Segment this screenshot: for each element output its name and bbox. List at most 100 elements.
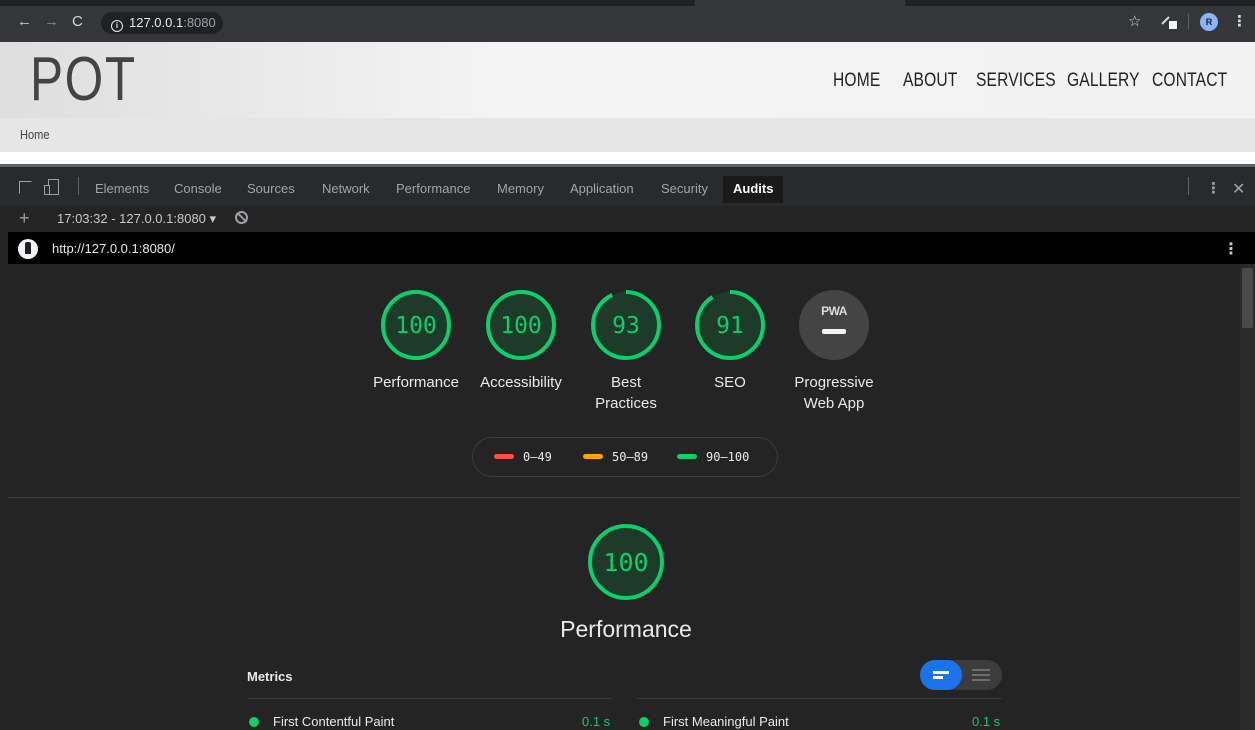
gauge-label-line: SEO (714, 374, 746, 391)
browser-tab[interactable] (695, 0, 905, 6)
breadcrumb: Home (0, 118, 1255, 152)
performance-main-gauge[interactable]: 100 (581, 522, 671, 602)
metric-pass-dot (639, 717, 649, 727)
tab-sources[interactable]: Sources (247, 181, 295, 196)
metric-name: First Meaningful Paint (663, 714, 789, 729)
devtools-tabbar: Elements Console Sources Network Perform… (0, 164, 1255, 206)
metrics-heading: Metrics (247, 669, 293, 684)
gauge-label-line: Performance (373, 374, 459, 391)
nav-about[interactable]: ABOUT (903, 70, 957, 92)
gauge-score: 100 (395, 313, 437, 339)
lighthouse-report: 100 Performance 100 Accessibility 93 Bes… (8, 264, 1240, 730)
metric-value: 0.1 s (972, 714, 1001, 729)
gauge-performance[interactable]: 100 Performance (371, 288, 461, 393)
forward-arrow-icon[interactable]: → (44, 14, 59, 30)
extension-icon[interactable] (1160, 12, 1180, 34)
gauge-best-practices[interactable]: 93 Best Practices (581, 288, 671, 414)
scrollbar-thumb[interactable] (1242, 268, 1253, 328)
tab-strip (0, 0, 1255, 6)
tab-audits[interactable]: Audits (723, 176, 784, 203)
device-toolbar-icon[interactable] (44, 179, 60, 195)
legend-item-average: 50–89 (583, 450, 648, 464)
reload-icon[interactable]: C (72, 14, 83, 30)
tab-memory[interactable]: Memory (497, 181, 544, 196)
compact-view-icon[interactable] (920, 660, 962, 690)
nav-home[interactable]: HOME (833, 70, 880, 92)
legend-range: 90–100 (706, 450, 750, 464)
nav-gallery[interactable]: GALLERY (1067, 70, 1140, 92)
gauge-label-line: Best (610, 374, 641, 391)
gauge-ring: 100 (588, 524, 664, 600)
metric-row: First Contentful Paint (249, 714, 394, 729)
report-scrollbar[interactable] (1240, 264, 1255, 730)
report-selector[interactable]: 17:03:32 - 127.0.0.1:8080 ▾ (57, 211, 216, 227)
devtools-panel: Elements Console Sources Network Perform… (0, 164, 1255, 730)
breadcrumb-home[interactable]: Home (20, 127, 49, 142)
metrics-rule (637, 698, 1002, 699)
tab-console[interactable]: Console (174, 181, 222, 196)
page-gap (0, 152, 1255, 164)
audited-url[interactable]: http://127.0.0.1:8080/ (52, 241, 175, 256)
tab-elements[interactable]: Elements (95, 181, 149, 196)
legend-range: 0–49 (523, 450, 552, 464)
url-port: :8080 (183, 15, 216, 30)
tab-performance[interactable]: Performance (396, 181, 470, 196)
gauge-ring: 100 (381, 290, 451, 360)
metric-name: First Contentful Paint (273, 714, 395, 729)
metrics-view-toggle[interactable] (920, 660, 1002, 690)
lighthouse-logo-icon (18, 239, 38, 259)
pwa-badge-text: PWA (821, 304, 847, 318)
gauge-label-line: Progressive (794, 374, 874, 391)
browser-toolbar: ← → C i 127.0.0.1:8080 ☆ R ⋮ (0, 0, 1255, 42)
tab-network[interactable]: Network (322, 181, 370, 196)
metric-row: First Meaningful Paint (639, 714, 789, 729)
metric-value: 0.1 s (582, 714, 611, 729)
gauge-label: Progressive Web App (789, 372, 879, 414)
info-icon[interactable]: i (111, 20, 123, 32)
legend-item-pass: 90–100 (677, 450, 749, 464)
browser-menu-icon[interactable]: ⋮ (1232, 12, 1247, 30)
close-devtools-icon[interactable]: ✕ (1232, 179, 1245, 199)
metric-pass-dot (249, 717, 259, 727)
address-bar[interactable]: i 127.0.0.1:8080 (101, 12, 223, 34)
devtools-menu-icon[interactable]: ⋮ (1206, 179, 1221, 197)
pwa-dash (822, 329, 846, 334)
gauge-label-line: Web App (803, 395, 865, 412)
gauge-pwa[interactable]: PWA Progressive Web App (789, 288, 879, 414)
legend-swatch (583, 454, 603, 459)
legend-swatch (677, 454, 697, 459)
tab-security[interactable]: Security (661, 181, 708, 196)
score-legend: 0–49 50–89 90–100 (472, 437, 778, 477)
gauge-score: 100 (500, 313, 542, 339)
devtools-separator (78, 177, 79, 195)
gauge-accessibility[interactable]: 100 Accessibility (476, 288, 566, 393)
toolbar-separator (1188, 14, 1189, 30)
back-arrow-icon[interactable]: ← (17, 14, 32, 30)
devtools-separator-right (1188, 177, 1189, 195)
url-host: 127.0.0.1 (129, 15, 184, 30)
audits-toolbar: + 17:03:32 - 127.0.0.1:8080 ▾ (0, 206, 1255, 232)
gauge-seo[interactable]: 91 SEO (685, 288, 775, 393)
profile-avatar[interactable]: R (1200, 13, 1218, 31)
gauge-label: SEO (685, 372, 775, 393)
gauge-label-line: Practices (595, 395, 657, 412)
site-logo[interactable]: POT (30, 42, 137, 118)
gauge-ring: 91 (695, 290, 765, 360)
gauge-label: Performance (371, 372, 461, 393)
legend-item-fail: 0–49 (494, 450, 552, 464)
bookmark-star-icon[interactable]: ☆ (1128, 12, 1141, 30)
gauge-score: 91 (716, 313, 744, 339)
gauge-label: Accessibility (476, 372, 566, 393)
report-menu-icon[interactable]: ⋮ (1223, 239, 1239, 259)
nav-contact[interactable]: CONTACT (1152, 70, 1227, 92)
pwa-badge-icon: PWA (799, 290, 869, 360)
inspect-element-icon[interactable] (19, 181, 32, 194)
tab-application[interactable]: Application (570, 181, 634, 196)
clear-reports-icon[interactable] (235, 211, 248, 224)
new-audit-plus-icon[interactable]: + (19, 208, 30, 229)
nav-services[interactable]: SERVICES (976, 70, 1056, 92)
gauge-score: 93 (612, 313, 640, 339)
category-title: Performance (560, 616, 692, 642)
legend-swatch (494, 454, 514, 459)
gauge-label-line: Accessibility (480, 374, 562, 391)
